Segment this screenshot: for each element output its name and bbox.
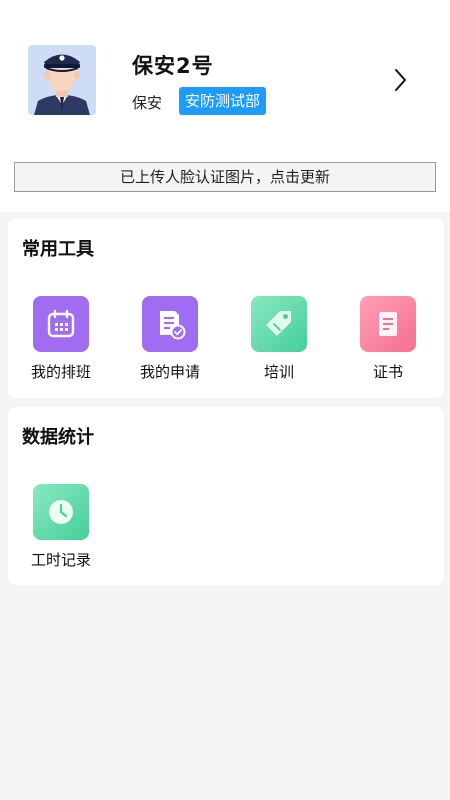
tool-label: 我的申请	[139, 363, 200, 381]
tool-work-hours[interactable]: 工时记录	[16, 484, 106, 570]
face-auth-update-banner[interactable]: 已上传人脸认证图片，点击更新	[14, 162, 436, 192]
common-tools-card: 常用工具 我的排班 我的申请 培训 证书	[8, 219, 444, 398]
tool-label: 证书	[372, 363, 403, 381]
data-stats-card: 数据统计 工时记录	[8, 407, 444, 585]
calendar-icon	[33, 296, 89, 352]
tool-certificate[interactable]: 证书	[343, 296, 433, 382]
application-doc-icon	[142, 296, 198, 352]
profile-header[interactable]: 保安2号 保安 安防测试部 已上传人脸认证图片，点击更新	[0, 0, 450, 212]
section-title-stats: 数据统计	[22, 427, 94, 448]
section-title-tools: 常用工具	[22, 239, 94, 260]
user-role: 保安	[132, 94, 163, 112]
tool-label: 培训	[263, 363, 294, 381]
tool-my-schedule[interactable]: 我的排班	[16, 296, 106, 382]
clock-icon	[33, 484, 89, 540]
chevron-right-icon[interactable]	[390, 66, 412, 94]
tool-label: 工时记录	[30, 551, 91, 569]
tool-training[interactable]: 培训	[234, 296, 324, 382]
department-badge: 安防测试部	[179, 87, 267, 115]
user-name: 保安2号	[132, 54, 214, 78]
avatar	[28, 45, 96, 115]
tool-label: 我的排班	[30, 363, 91, 381]
tag-icon	[251, 296, 307, 352]
tool-my-application[interactable]: 我的申请	[125, 296, 215, 382]
certificate-icon	[360, 296, 416, 352]
